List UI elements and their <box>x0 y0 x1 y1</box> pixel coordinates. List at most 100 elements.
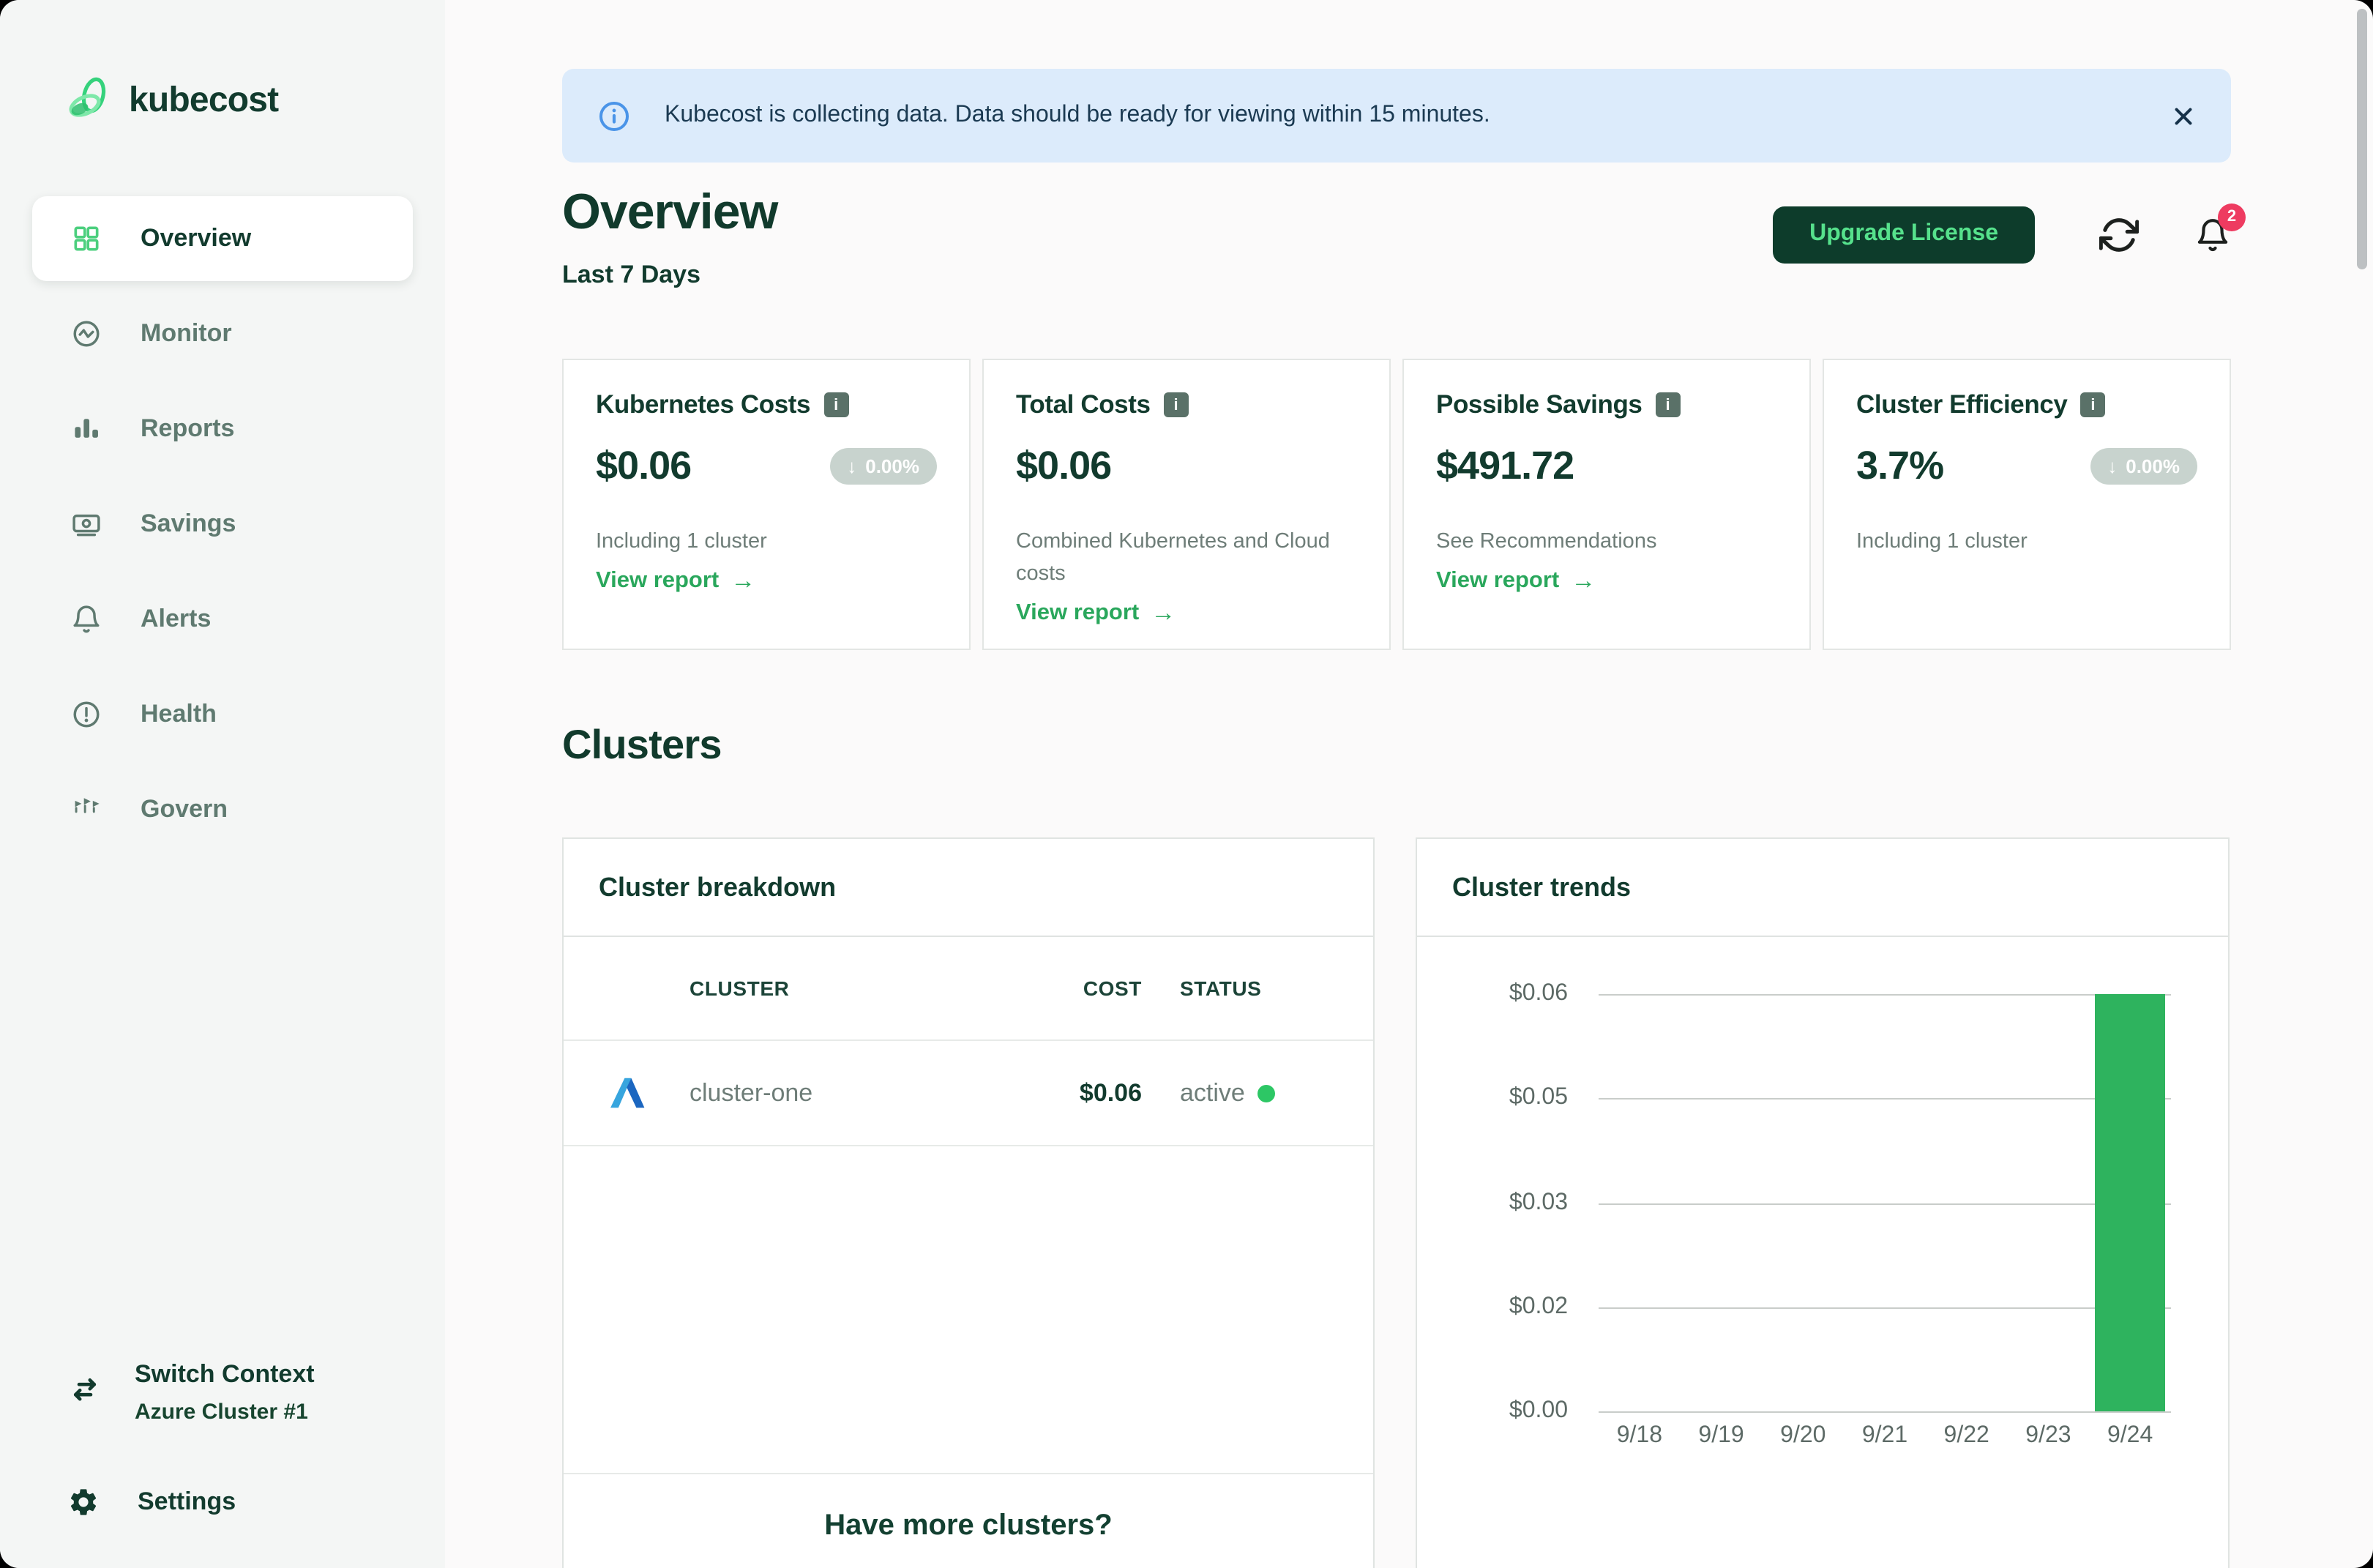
delta-pill: ↓0.00% <box>2090 448 2197 485</box>
x-axis-tick-label: 9/18 <box>1617 1423 1662 1449</box>
sidebar-item-label: Alerts <box>141 605 211 634</box>
kubecost-logo: kubecost <box>64 76 278 126</box>
azure-logo-icon <box>607 1073 646 1113</box>
card-title: Total Costs <box>1016 389 1151 420</box>
card-description: See Recommendations <box>1436 527 1777 559</box>
column-header-cost: COST <box>981 977 1142 1000</box>
notifications-button[interactable]: 2 <box>2194 216 2231 253</box>
column-header-cluster: CLUSTER <box>690 977 981 1000</box>
cluster-status: active <box>1142 1078 1347 1108</box>
view-report-link[interactable]: View report→ <box>596 567 937 596</box>
gridline <box>1599 1099 2171 1100</box>
x-axis-tick-label: 9/24 <box>2107 1423 2153 1449</box>
govern-flags-icon <box>70 794 102 826</box>
banner-message: Kubecost is collecting data. Data should… <box>665 102 2171 129</box>
kubecost-logo-mark <box>64 76 114 126</box>
stat-cards-row: Kubernetes Costs i $0.06 ↓0.00% Includin… <box>562 359 2231 650</box>
stat-card-possible-savings: Possible Savings i $491.72 See Recommend… <box>1402 359 1811 650</box>
sidebar-item-savings[interactable]: Savings <box>32 482 413 567</box>
date-range-label: Last 7 Days <box>562 261 777 290</box>
logo-wordmark: kubecost <box>129 81 278 122</box>
card-title: Kubernetes Costs <box>596 389 810 420</box>
y-axis-tick-label: $0.02 <box>1509 1294 1568 1321</box>
plot-area: 9/189/199/209/219/229/239/24 <box>1599 994 2171 1411</box>
arrow-right-icon: → <box>730 567 755 596</box>
sidebar: kubecost Overview Monitor <box>0 0 445 1568</box>
current-context-label: Azure Cluster #1 <box>135 1400 315 1425</box>
cluster-table-row[interactable]: cluster-one $0.06 active <box>564 1041 1373 1146</box>
stat-card-total-costs: Total Costs i $0.06 Combined Kubernetes … <box>982 359 1391 650</box>
switch-context-button[interactable]: Switch Context Azure Cluster #1 <box>67 1360 315 1425</box>
view-report-link[interactable]: View report→ <box>1436 567 1777 596</box>
sidebar-item-health[interactable]: Health <box>32 672 413 757</box>
alerts-bell-icon <box>70 603 102 635</box>
switch-context-texts: Switch Context Azure Cluster #1 <box>135 1360 315 1425</box>
cluster-name: cluster-one <box>690 1078 981 1108</box>
clusters-panels-row: Cluster breakdown CLUSTER COST STATUS <box>562 837 2231 1568</box>
vertical-scrollbar[interactable] <box>2357 9 2367 269</box>
card-title: Cluster Efficiency <box>1856 389 2067 420</box>
close-icon[interactable] <box>2171 103 2196 128</box>
have-more-clusters-link[interactable]: Have more clusters? <box>564 1509 1373 1543</box>
card-value: $491.72 <box>1436 444 1574 489</box>
y-axis-tick-label: $0.06 <box>1509 981 1568 1007</box>
savings-money-icon <box>70 508 102 540</box>
y-axis-tick-label: $0.00 <box>1509 1398 1568 1425</box>
y-axis-tick-label: $0.05 <box>1509 1086 1568 1112</box>
main-content: Kubecost is collecting data. Data should… <box>445 0 2373 1568</box>
sidebar-item-overview[interactable]: Overview <box>32 196 413 281</box>
card-value: 3.7% <box>1856 444 1943 489</box>
switch-context-title: Switch Context <box>135 1360 315 1389</box>
page-header: Overview Last 7 Days Upgrade License <box>562 184 2231 290</box>
header-actions: Upgrade License <box>1773 205 2231 264</box>
x-axis-tick-label: 9/22 <box>1944 1423 1989 1449</box>
x-axis-tick-label: 9/19 <box>1698 1423 1744 1449</box>
sidebar-bottom: Switch Context Azure Cluster #1 Settings <box>67 1360 315 1518</box>
stat-card-cluster-efficiency: Cluster Efficiency i 3.7% ↓0.00% Includi… <box>1823 359 2231 650</box>
clusters-section-title: Clusters <box>562 722 2231 769</box>
status-dot <box>1258 1084 1276 1102</box>
card-value: $0.06 <box>596 444 691 489</box>
stat-card-kubernetes-costs: Kubernetes Costs i $0.06 ↓0.00% Includin… <box>562 359 971 650</box>
y-axis: $0.06$0.05$0.03$0.02$0.00 <box>1417 994 1599 1411</box>
view-report-link[interactable]: View report→ <box>1016 598 1357 627</box>
cluster-trends-panel: Cluster trends $0.06$0.05$0.03$0.02$0.00… <box>1416 837 2230 1568</box>
sidebar-item-reports[interactable]: Reports <box>32 387 413 471</box>
sidebar-item-alerts[interactable]: Alerts <box>32 577 413 662</box>
sidebar-item-label: Health <box>141 700 217 729</box>
cluster-breakdown-panel: Cluster breakdown CLUSTER COST STATUS <box>562 837 1375 1568</box>
refresh-icon[interactable] <box>2099 214 2139 254</box>
monitor-pulse-icon <box>70 318 102 350</box>
upgrade-license-button[interactable]: Upgrade License <box>1773 206 2035 263</box>
sidebar-item-label: Savings <box>141 509 236 539</box>
column-header-status: STATUS <box>1142 977 1347 1000</box>
gridline <box>1599 1307 2171 1309</box>
sidebar-item-settings[interactable]: Settings <box>67 1486 315 1518</box>
x-axis-tick-label: 9/20 <box>1780 1423 1825 1449</box>
sidebar-item-monitor[interactable]: Monitor <box>32 291 413 376</box>
page-title: Overview <box>562 184 777 242</box>
gridline <box>1599 994 2171 996</box>
info-icon[interactable]: i <box>1164 392 1189 417</box>
kubecost-window: kubecost Overview Monitor <box>0 0 2373 1568</box>
x-axis-tick-label: 9/23 <box>2025 1423 2071 1449</box>
reports-bars-icon <box>70 413 102 445</box>
info-banner: Kubecost is collecting data. Data should… <box>562 69 2231 163</box>
panel-title: Cluster breakdown <box>564 839 1373 937</box>
trend-bar[interactable] <box>2095 994 2165 1411</box>
arrow-down-icon: ↓ <box>2107 455 2117 477</box>
table-empty-area <box>564 1146 1373 1474</box>
card-description: Including 1 cluster <box>1856 527 2197 559</box>
gridline <box>1599 1411 2171 1413</box>
sidebar-item-govern[interactable]: Govern <box>32 767 413 852</box>
info-icon[interactable]: i <box>1656 392 1681 417</box>
sidebar-item-label: Reports <box>141 414 234 444</box>
gear-icon <box>67 1486 100 1518</box>
sidebar-item-label: Overview <box>141 224 251 253</box>
cluster-trends-chart: $0.06$0.05$0.03$0.02$0.00 9/189/199/209/… <box>1417 994 2228 1411</box>
gridline <box>1599 1203 2171 1204</box>
arrow-right-icon: → <box>1151 598 1176 627</box>
info-icon[interactable]: i <box>823 392 848 417</box>
info-icon[interactable]: i <box>2080 392 2105 417</box>
y-axis-tick-label: $0.03 <box>1509 1190 1568 1216</box>
